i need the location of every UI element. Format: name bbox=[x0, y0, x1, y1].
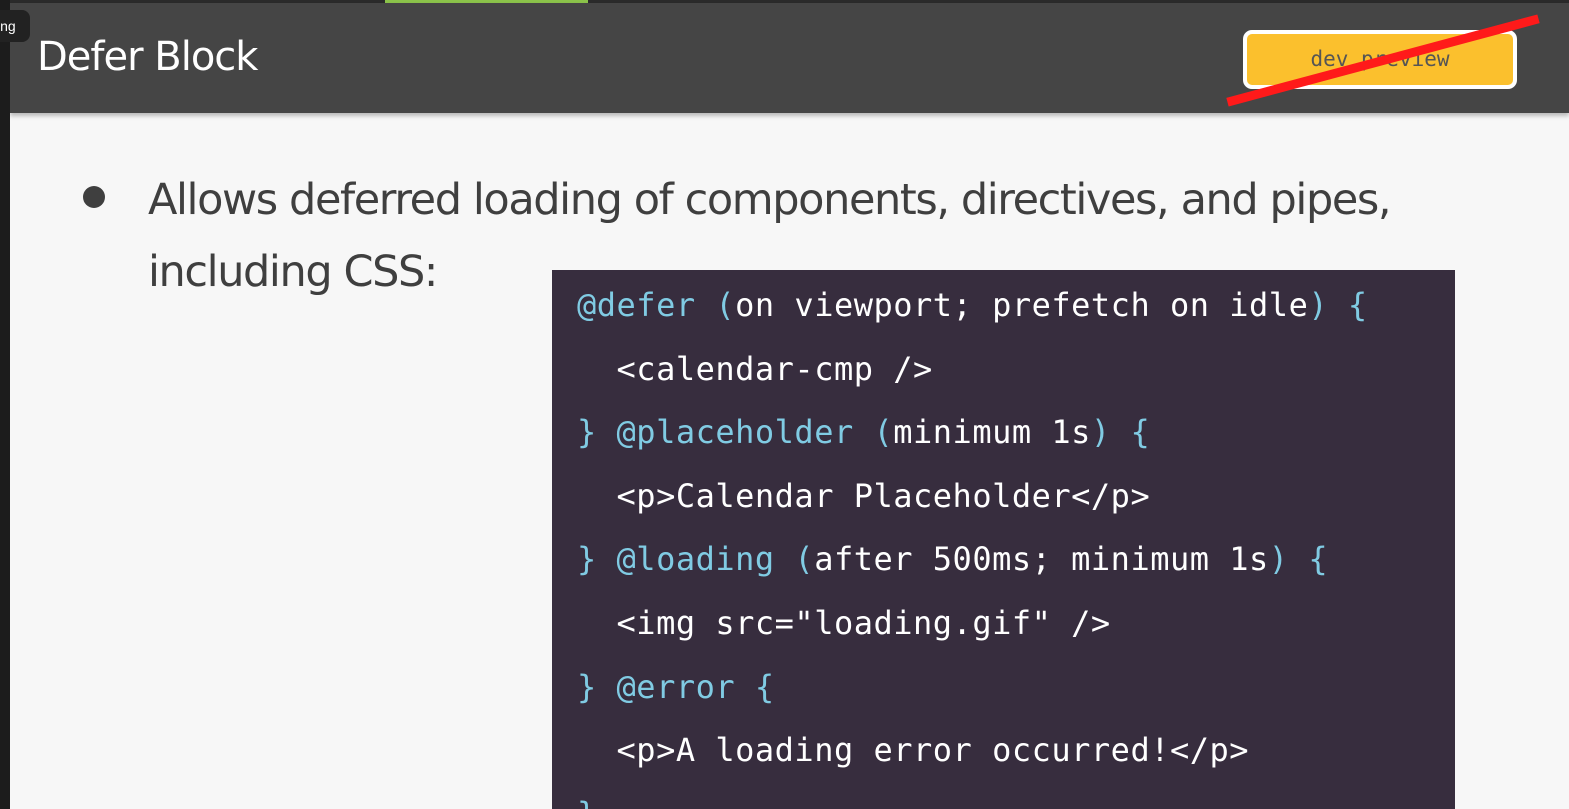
code-keyword: } bbox=[577, 540, 597, 579]
code-text: <calendar-cmp /> bbox=[577, 349, 933, 388]
code-keyword: } bbox=[577, 795, 597, 809]
code-keyword: { bbox=[1308, 540, 1329, 579]
code-keyword: ) bbox=[1268, 540, 1289, 579]
code-line: <p>Calendar Placeholder</p> bbox=[577, 476, 1150, 516]
code-line: @defer (on viewport; prefetch on idle) { bbox=[577, 285, 1368, 325]
code-line: } bbox=[577, 794, 597, 809]
code-keyword: } bbox=[577, 413, 597, 452]
code-line: <calendar-cmp /> bbox=[577, 349, 933, 389]
code-text: minimum 1s bbox=[893, 413, 1091, 452]
bullet-dot-icon bbox=[83, 186, 105, 208]
code-keyword: ( bbox=[715, 286, 736, 324]
code-keyword: ) bbox=[1308, 286, 1329, 324]
code-keyword: { bbox=[1130, 413, 1151, 452]
code-line: } @placeholder (minimum 1s) { bbox=[577, 412, 1150, 452]
code-line: <p>A loading error occurred!</p> bbox=[577, 730, 1249, 770]
code-block: @defer (on viewport; prefetch on idle) {… bbox=[552, 270, 1455, 809]
code-line: <img src="loading.gif" /> bbox=[577, 603, 1111, 643]
code-line: } @loading (after 500ms; minimum 1s) { bbox=[577, 539, 1328, 579]
slide-title: Defer Block bbox=[37, 34, 258, 80]
code-text: after 500ms; minimum 1s bbox=[814, 540, 1269, 579]
code-keyword: @error bbox=[616, 667, 736, 706]
code-text: <p>A loading error occurred!</p> bbox=[577, 731, 1250, 770]
code-keyword: { bbox=[1347, 286, 1368, 324]
code-keyword: ( bbox=[794, 540, 815, 579]
code-keyword: @defer bbox=[577, 286, 696, 324]
overlay-label-text: ing bbox=[0, 18, 16, 34]
slide-header: Defer Block dev preview bbox=[10, 3, 1569, 113]
code-keyword: } bbox=[577, 667, 597, 706]
code-text: <img src="loading.gif" /> bbox=[577, 604, 1111, 642]
code-line: } @error { bbox=[577, 667, 775, 707]
code-keyword: @loading bbox=[616, 540, 775, 579]
code-keyword: { bbox=[754, 667, 775, 706]
slide: Defer Block dev preview Allows deferred … bbox=[10, 0, 1569, 809]
code-keyword: @placeholder bbox=[616, 413, 854, 452]
code-keyword: ( bbox=[873, 413, 894, 452]
overlay-label: ing bbox=[0, 10, 30, 42]
code-text: <p>Calendar Placeholder</p> bbox=[577, 476, 1151, 515]
code-keyword: ) bbox=[1090, 413, 1111, 452]
code-text: on viewport; prefetch on idle bbox=[735, 286, 1309, 324]
